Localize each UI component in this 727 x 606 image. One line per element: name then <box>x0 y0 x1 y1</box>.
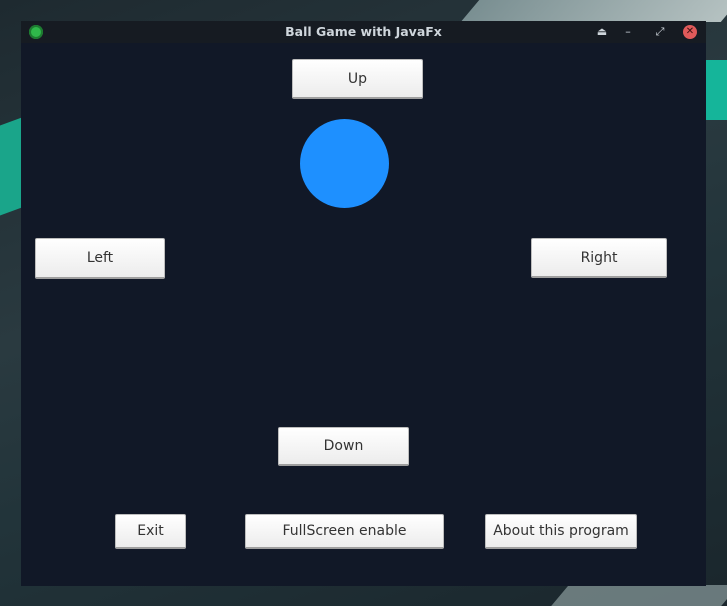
down-button[interactable]: Down <box>278 427 409 466</box>
up-button[interactable]: Up <box>292 59 423 99</box>
fullscreen-button[interactable]: FullScreen enable <box>245 514 444 549</box>
exit-button[interactable]: Exit <box>115 514 186 549</box>
about-button[interactable]: About this program <box>485 514 637 549</box>
desktop-wallpaper-accent <box>551 585 727 606</box>
left-button[interactable]: Left <box>35 238 165 279</box>
eject-icon[interactable]: ⏏ <box>594 24 610 40</box>
right-button[interactable]: Right <box>531 238 667 278</box>
ball <box>300 119 389 208</box>
desktop-wallpaper-accent <box>460 0 727 22</box>
close-icon[interactable]: ✕ <box>683 25 697 39</box>
restore-icon[interactable]: ⤢ <box>652 24 668 40</box>
title-bar[interactable]: Ball Game with JavaFx ⏏ – ⤢ ✕ <box>21 21 706 43</box>
app-window: Ball Game with JavaFx ⏏ – ⤢ ✕ Up Left Ri… <box>21 21 706 586</box>
desktop-wallpaper-accent <box>706 60 727 120</box>
minimize-icon[interactable]: – <box>620 24 636 40</box>
